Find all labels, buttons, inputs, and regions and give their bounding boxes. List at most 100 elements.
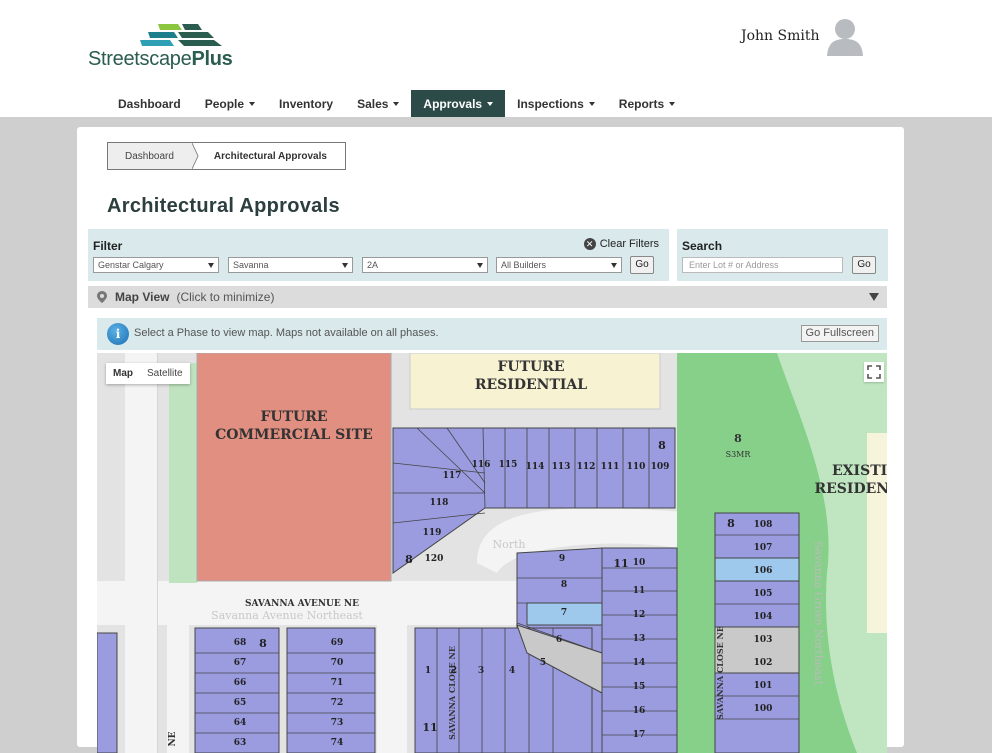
caret-down-icon <box>249 101 256 106</box>
lot-number: 10 <box>633 558 646 568</box>
builder-select[interactable]: All Builders <box>496 257 622 273</box>
filter-panel: Filter ✕ Clear Filters Genstar Calgary S… <box>88 229 669 281</box>
info-icon: i <box>107 323 129 345</box>
grove-basemap-label: Savanna Grove Northeast <box>812 541 825 686</box>
street-ne-label: NE <box>168 731 178 746</box>
map-fullscreen-icon[interactable] <box>864 362 884 382</box>
clear-x-icon: ✕ <box>583 238 596 250</box>
nav-item-label: Inventory <box>279 96 334 111</box>
nav-item-reports[interactable]: Reports <box>607 90 687 117</box>
close-ne-label: SAVANNA CLOSE NE <box>447 646 457 740</box>
nav-item-approvals[interactable]: Approvals <box>411 90 506 117</box>
lot-number: 12 <box>633 610 646 620</box>
breadcrumb-current: Architectural Approvals <box>213 150 327 162</box>
lot-number: 72 <box>331 698 344 708</box>
breadcrumb-dashboard-link[interactable]: Dashboard <box>108 143 192 169</box>
user-name[interactable]: John Smith <box>741 28 820 44</box>
app-header: StreetscapePlus John Smith Dashboard Peop… <box>0 0 992 117</box>
caret-down-icon <box>669 101 676 106</box>
lot-number: 8 <box>259 637 267 650</box>
brand-name: StreetscapePlus <box>88 48 233 70</box>
lot-number: 17 <box>633 730 646 740</box>
lot-number: 13 <box>633 634 646 644</box>
lot-number: 14 <box>633 658 646 668</box>
search-input[interactable]: Enter Lot # or Address <box>682 257 843 273</box>
project-select[interactable]: Savanna <box>228 257 353 273</box>
lot-number: 6 <box>556 635 562 645</box>
nav-item-dashboard[interactable]: Dashboard <box>106 90 193 117</box>
park-code-label: S3MR <box>726 450 752 459</box>
lot-number: 11 <box>422 721 437 734</box>
lot-number: 8 <box>658 439 666 452</box>
lot-group-close[interactable] <box>601 547 678 753</box>
nav-item-label: Dashboard <box>118 96 181 111</box>
road-left-fill <box>125 353 157 753</box>
caret-down-icon <box>588 101 595 106</box>
go-fullscreen-button[interactable]: Go Fullscreen <box>800 325 879 342</box>
caret-down-icon <box>393 101 400 106</box>
lot-number: 73 <box>331 718 344 728</box>
lot-number: 11 <box>633 586 646 596</box>
lot-number: 102 <box>754 658 773 668</box>
future-residential-label-1: FUTURE <box>497 359 564 375</box>
map-info-message: Select a Phase to view map. Maps not ava… <box>134 327 439 339</box>
lot-number: 106 <box>754 566 773 576</box>
lot-group-edge-left[interactable] <box>97 632 118 753</box>
nav-item-sales[interactable]: Sales <box>345 90 411 117</box>
lot-number: 11 <box>613 557 628 570</box>
search-panel: Search Enter Lot # or Address Go <box>677 229 888 281</box>
clear-filters-button[interactable]: ✕ Clear Filters <box>583 238 659 250</box>
nav-item-label: Reports <box>618 96 665 111</box>
lot-number: 69 <box>331 638 344 648</box>
map-type-map-button[interactable]: Map <box>106 363 140 384</box>
page-title: Architectural Approvals <box>107 195 340 217</box>
map-type-satellite-button[interactable]: Satellite <box>140 363 190 384</box>
green-strip-left <box>169 363 197 583</box>
map-info-bar: i Select a Phase to view map. Maps not a… <box>97 318 887 350</box>
map-type-control: Map Satellite <box>106 363 190 384</box>
lot-number: 8 <box>727 517 735 530</box>
breadcrumb-chevron-icon <box>191 143 199 169</box>
filter-go-button[interactable]: Go <box>630 256 654 274</box>
subdivision-map[interactable]: Map Satellite FUTURE COMMERCIAL SITE FUT… <box>97 353 887 753</box>
map-view-hint: (Click to minimize) <box>176 290 275 304</box>
filter-label: Filter <box>93 239 123 253</box>
map-view-header[interactable]: Map View (Click to minimize) <box>88 286 887 308</box>
user-avatar-icon[interactable] <box>826 16 864 56</box>
nav-item-inventory[interactable]: Inventory <box>267 90 345 117</box>
search-go-button[interactable]: Go <box>852 256 876 274</box>
lot-number: 101 <box>754 681 773 691</box>
community-select[interactable]: Genstar Calgary <box>93 257 219 273</box>
lot-number: 15 <box>633 682 646 692</box>
chevron-down-icon <box>611 263 617 268</box>
lot-number: 105 <box>754 589 773 599</box>
lot-number: 112 <box>577 462 596 472</box>
lot-number: 2 <box>451 666 457 676</box>
nav-item-inspections[interactable]: Inspections <box>505 90 607 117</box>
lot-number: 63 <box>234 738 247 748</box>
search-label: Search <box>682 239 723 253</box>
lot-number: 68 <box>234 638 247 648</box>
streetscape-plus-logo[interactable]: StreetscapePlus <box>88 22 248 72</box>
nav-item-people[interactable]: People <box>193 90 267 117</box>
existing-residential-label-1: EXISTIN <box>832 463 887 479</box>
lot-number: 66 <box>234 678 247 688</box>
collapse-triangle-icon[interactable] <box>869 293 879 301</box>
phase-select[interactable]: 2A <box>362 257 488 273</box>
lot-number: 70 <box>331 658 344 668</box>
map-view-title: Map View <box>115 290 170 304</box>
lot-number: 119 <box>423 528 442 538</box>
lot-number: 100 <box>754 704 773 714</box>
lot-number: 109 <box>651 462 670 472</box>
lot-number: 65 <box>234 698 247 708</box>
breadcrumb: Dashboard Architectural Approvals <box>107 142 346 170</box>
lot-number: 120 <box>425 554 444 564</box>
lot-number: 3 <box>478 666 484 676</box>
clear-filters-label: Clear Filters <box>599 238 659 250</box>
lot-number: 7 <box>561 608 567 618</box>
lot-number: 1 <box>425 666 431 676</box>
future-commercial-label-1: FUTURE <box>260 409 327 425</box>
future-commercial-parcel[interactable] <box>196 353 392 582</box>
chevron-down-icon <box>342 263 348 268</box>
future-commercial-label-2: COMMERCIAL SITE <box>215 427 373 443</box>
